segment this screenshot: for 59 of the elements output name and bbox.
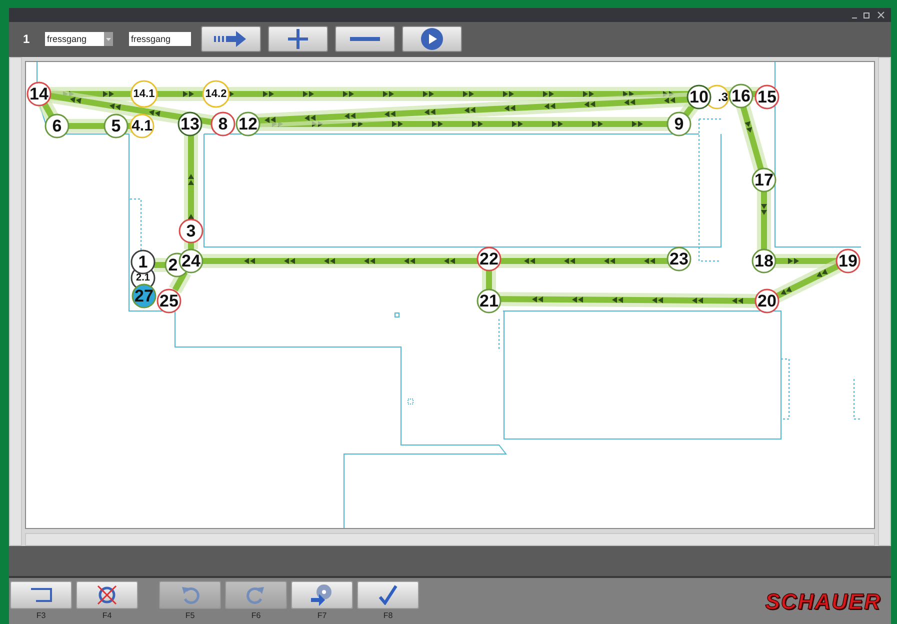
key-label: F5 xyxy=(185,611,195,620)
toolbar-button[interactable] xyxy=(201,26,261,52)
function-key-button[interactable] xyxy=(291,581,353,609)
function-key-button[interactable] xyxy=(76,581,138,609)
key-label: F8 xyxy=(383,611,393,620)
toolbar-button[interactable] xyxy=(402,26,462,52)
route-node[interactable]: 18 xyxy=(752,248,776,274)
play-icon xyxy=(421,28,443,50)
redo-icon xyxy=(246,585,266,605)
route-node[interactable]: 10 xyxy=(686,84,712,110)
key-label: F7 xyxy=(317,611,327,620)
route-node[interactable]: 21 xyxy=(476,288,502,314)
checkmark-icon xyxy=(378,585,398,605)
route-node[interactable]: 1 xyxy=(130,250,156,274)
plus-icon xyxy=(288,29,308,49)
logo: SCHAUER xyxy=(765,589,881,615)
route-line xyxy=(154,258,166,272)
route-node[interactable]: 12 xyxy=(236,112,260,136)
route-node[interactable]: 5 xyxy=(104,114,128,138)
key-label: F3 xyxy=(36,611,46,620)
route-node[interactable]: 3 xyxy=(178,218,204,244)
route-node[interactable]: 14.1 xyxy=(130,80,158,108)
forward-arrow-icon xyxy=(214,30,248,48)
close-icon[interactable] xyxy=(878,12,884,18)
toolbar-button[interactable] xyxy=(335,26,395,52)
toolbar-button[interactable] xyxy=(268,26,328,52)
route-node[interactable]: 14 xyxy=(26,82,52,106)
route-node[interactable]: 23 xyxy=(666,246,692,272)
key-label: F6 xyxy=(251,611,261,620)
route-node[interactable]: 13 xyxy=(178,112,202,136)
undo-icon xyxy=(180,585,200,605)
minus-icon xyxy=(350,37,380,41)
route-node[interactable]: 8 xyxy=(210,112,236,136)
delete-icon xyxy=(96,584,118,606)
vertical-scrollbar[interactable] xyxy=(9,57,22,546)
route-node[interactable]: 22 xyxy=(476,246,502,272)
route-node[interactable]: 27 xyxy=(132,284,156,308)
function-key-button[interactable] xyxy=(357,581,419,609)
row-number: 1 xyxy=(23,32,31,46)
route-node[interactable]: 15 xyxy=(754,84,780,110)
function-key-button[interactable] xyxy=(10,581,72,609)
name-field[interactable]: fressgang xyxy=(129,32,191,46)
restore-icon[interactable] xyxy=(864,12,870,18)
disc-arrow-icon xyxy=(310,584,334,606)
route-dropdown[interactable]: fressgang xyxy=(45,32,113,46)
route-node[interactable]: 24 xyxy=(178,248,204,274)
route-node[interactable]: 6 xyxy=(44,114,70,138)
route-node[interactable]: 14.2 xyxy=(202,80,230,108)
route-node[interactable]: 19 xyxy=(836,248,860,274)
route-node[interactable]: 20 xyxy=(754,288,780,314)
route-node[interactable]: 4.1 xyxy=(130,114,154,138)
frame-icon xyxy=(30,588,52,602)
route-node[interactable]: 16 xyxy=(728,84,754,108)
key-label: F4 xyxy=(102,611,112,620)
horizontal-scrollbar[interactable] xyxy=(25,533,875,546)
route-node[interactable]: 25 xyxy=(156,288,182,314)
vertical-scrollbar[interactable] xyxy=(878,57,891,546)
route-node[interactable]: 9 xyxy=(666,112,692,136)
route-node[interactable]: 17 xyxy=(752,168,776,192)
